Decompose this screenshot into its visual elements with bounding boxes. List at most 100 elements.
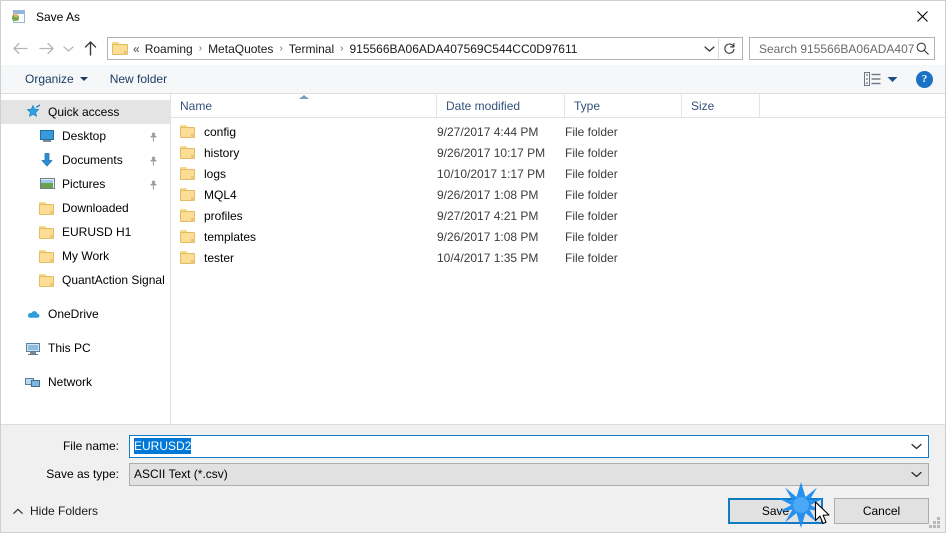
- file-name-label: history: [204, 145, 240, 160]
- new-folder-button[interactable]: New folder: [104, 69, 173, 89]
- folder-icon: [112, 41, 128, 56]
- back-icon[interactable]: [7, 36, 33, 62]
- resize-grip-icon[interactable]: [929, 517, 941, 529]
- save-form: File name: EURUSD2 Save as type: ASCII T…: [1, 424, 945, 490]
- breadcrumb-item-instance-id[interactable]: 915566BA06ADA407569C544CC0D97611: [347, 42, 579, 56]
- file-name-label: config: [204, 124, 237, 139]
- desktop-icon: [39, 128, 55, 144]
- hide-folders-label: Hide Folders: [30, 504, 99, 518]
- column-header-date-modified[interactable]: Date modified: [437, 94, 565, 117]
- file-name-label: profiles: [204, 208, 243, 223]
- forward-icon[interactable]: [33, 36, 59, 62]
- table-row[interactable]: profiles 9/27/2017 4:21 PM File folder: [171, 205, 945, 226]
- navigation-bar: « Roaming › MetaQuotes › Terminal › 9155…: [1, 32, 945, 65]
- recent-locations-chevron-down-icon[interactable]: [59, 36, 77, 62]
- table-row[interactable]: logs 10/10/2017 1:17 PM File folder: [171, 163, 945, 184]
- breadcrumb-separator-icon[interactable]: ›: [195, 43, 206, 54]
- column-header-type[interactable]: Type: [565, 94, 682, 117]
- address-chevron-down-icon[interactable]: [700, 38, 718, 59]
- refresh-icon[interactable]: [718, 38, 740, 59]
- close-icon[interactable]: [899, 1, 945, 32]
- file-name-cell: config: [171, 124, 437, 139]
- file-name-label: MQL4: [204, 187, 237, 202]
- breadcrumb-overflow[interactable]: «: [132, 42, 143, 56]
- view-chevron-down-icon[interactable]: [887, 76, 898, 83]
- network-icon: [25, 374, 41, 390]
- sidebar-item-label: Desktop: [62, 129, 107, 143]
- breadcrumb-separator-icon[interactable]: ›: [275, 43, 286, 54]
- list-view-icon: [864, 72, 881, 86]
- dialog-footer: Hide Folders Save Cancel: [1, 490, 945, 532]
- pin-icon: [149, 131, 158, 142]
- sidebar-item-label: QuantAction Signal: [62, 273, 165, 287]
- search-icon[interactable]: [916, 42, 929, 55]
- sidebar-item-this-pc[interactable]: This PC: [1, 336, 170, 360]
- type-cell: File folder: [565, 208, 618, 223]
- breadcrumb: « Roaming › MetaQuotes › Terminal › 9155…: [132, 42, 700, 56]
- type-cell: File folder: [565, 187, 618, 202]
- breadcrumb-item-terminal[interactable]: Terminal: [287, 42, 336, 56]
- file-name-label: templates: [204, 229, 257, 244]
- hide-folders-button[interactable]: Hide Folders: [13, 504, 98, 518]
- new-folder-label: New folder: [109, 72, 168, 86]
- folder-icon: [180, 187, 196, 202]
- type-cell: File folder: [565, 229, 618, 244]
- save-as-type-value: ASCII Text (*.csv): [134, 467, 228, 481]
- sidebar-item-my-work[interactable]: My Work: [1, 244, 170, 268]
- date-modified-cell: 10/4/2017 1:35 PM: [437, 250, 539, 265]
- chevron-down-icon[interactable]: [911, 439, 922, 453]
- search-box[interactable]: [749, 37, 935, 60]
- column-header-name[interactable]: Name: [171, 94, 437, 117]
- search-input[interactable]: [757, 40, 916, 57]
- sidebar-item-network[interactable]: Network: [1, 370, 170, 394]
- cancel-button[interactable]: Cancel: [834, 498, 929, 524]
- file-name-cell: profiles: [171, 208, 437, 223]
- breadcrumb-separator-icon[interactable]: ›: [336, 43, 347, 54]
- type-cell: File folder: [565, 145, 618, 160]
- up-icon[interactable]: [77, 36, 103, 62]
- table-row[interactable]: templates 9/26/2017 1:08 PM File folder: [171, 226, 945, 247]
- sidebar-item-quantaction-signal[interactable]: QuantAction Signal: [1, 268, 170, 292]
- save-as-dialog: Save As « Roaming › MetaQuotes › Termina…: [0, 0, 946, 533]
- date-modified-cell: 9/27/2017 4:44 PM: [437, 124, 539, 139]
- file-name-row: File name: EURUSD2: [17, 434, 929, 458]
- address-bar[interactable]: « Roaming › MetaQuotes › Terminal › 9155…: [107, 37, 743, 60]
- help-circle-icon[interactable]: ?: [916, 70, 933, 88]
- file-name-value: EURUSD2: [134, 438, 192, 454]
- sidebar-item-documents[interactable]: Documents: [1, 148, 170, 172]
- sidebar-item-label: My Work: [62, 249, 110, 263]
- table-row[interactable]: config 9/27/2017 4:44 PM File folder: [171, 121, 945, 142]
- save-as-type-select[interactable]: ASCII Text (*.csv): [129, 462, 929, 486]
- folder-icon: [39, 272, 55, 288]
- folder-icon: [180, 229, 196, 244]
- chevron-down-icon[interactable]: [911, 467, 922, 481]
- sidebar-item-onedrive[interactable]: OneDrive: [1, 302, 170, 326]
- file-list-rows: config 9/27/2017 4:44 PM File folder his…: [171, 118, 945, 424]
- folder-icon: [180, 166, 196, 181]
- file-name-cell: history: [171, 145, 437, 160]
- folder-icon: [39, 248, 55, 264]
- table-row[interactable]: history 9/26/2017 10:17 PM File folder: [171, 142, 945, 163]
- sidebar-item-downloaded[interactable]: Downloaded: [1, 196, 170, 220]
- sidebar-item-quick-access[interactable]: Quick access: [1, 100, 170, 124]
- file-name-cell: MQL4: [171, 187, 437, 202]
- column-header-size[interactable]: Size: [682, 94, 760, 117]
- folder-icon: [180, 145, 196, 160]
- table-row[interactable]: MQL4 9/26/2017 1:08 PM File folder: [171, 184, 945, 205]
- breadcrumb-item-metaquotes[interactable]: MetaQuotes: [206, 42, 275, 56]
- change-view-button[interactable]: [860, 69, 902, 89]
- date-modified-cell: 9/26/2017 1:08 PM: [437, 229, 539, 244]
- file-name-input[interactable]: EURUSD2: [129, 434, 929, 458]
- sidebar-item-pictures[interactable]: Pictures: [1, 172, 170, 196]
- file-list-header: Name Date modified Type Size: [171, 94, 945, 118]
- type-cell: File folder: [565, 166, 618, 181]
- table-row[interactable]: tester 10/4/2017 1:35 PM File folder: [171, 247, 945, 268]
- save-button[interactable]: Save: [728, 498, 823, 524]
- file-name-cell: tester: [171, 250, 437, 265]
- sidebar-item-eurusd-h1[interactable]: EURUSD H1: [1, 220, 170, 244]
- organize-button[interactable]: Organize: [19, 69, 94, 89]
- breadcrumb-item-roaming[interactable]: Roaming: [143, 42, 195, 56]
- sidebar-item-desktop[interactable]: Desktop: [1, 124, 170, 148]
